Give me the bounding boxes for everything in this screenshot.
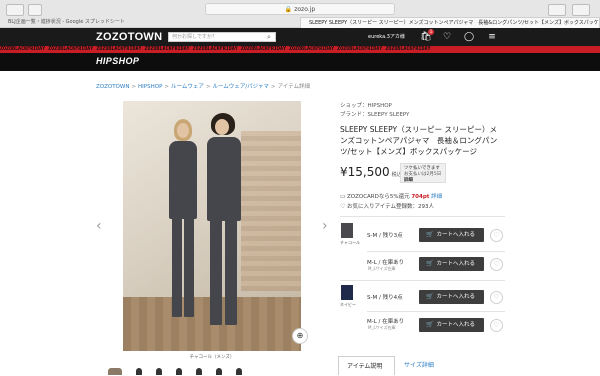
add-to-cart-button[interactable]: 🛒 カートへ入れる xyxy=(419,228,484,242)
card-icon: ▭ xyxy=(340,193,346,200)
prev-image-arrow-icon[interactable]: ‹ xyxy=(96,218,102,234)
thumbnail-strip xyxy=(108,368,308,375)
site-header: ZOZOTOWN 何かお探しですか？ ⌕ eureka.3アカ様 🛍 1 ♡ ◯ … xyxy=(0,28,600,46)
favorites-count: お気に入りアイテム登録数：293人 xyxy=(347,204,434,210)
cart-badge: 1 xyxy=(428,29,434,35)
breadcrumb-hipshop[interactable]: HIPSHOP xyxy=(138,84,162,90)
sku-size: S-M / 残り3点 xyxy=(367,233,403,239)
heart-icon: ♡ xyxy=(493,231,500,239)
tab-size-detail[interactable]: サイズ詳細 xyxy=(396,356,442,375)
lock-icon: 🔒 xyxy=(284,6,293,13)
promo-banner[interactable]: ZOZOBLACKFRIDAY ZOZOBLACKFRIDAY ZOZOBLAC… xyxy=(0,46,600,53)
points-prefix: ZOZOCARDなら5%還元 xyxy=(347,194,410,200)
pay-later-box[interactable]: ツケ払いできます お支払いは2月5日 詳細 xyxy=(400,163,446,183)
add-to-cart-button[interactable]: 🛒 カートへ入れる xyxy=(419,318,484,332)
cart-icon: 🛒 xyxy=(426,321,434,328)
tab-item-description[interactable]: アイテム説明 xyxy=(338,356,395,375)
color-swatch-navy[interactable] xyxy=(341,285,353,300)
zoom-icon[interactable]: ⊕ xyxy=(292,328,308,344)
browser-chrome: 🔒 zozo.jp BLJ企画一覧・進捗状況 - Google スプレッドシート… xyxy=(0,0,600,28)
search-placeholder: 何かお探しですか？ xyxy=(172,34,217,40)
menu-icon[interactable]: ≡ xyxy=(486,31,498,43)
shop-header: HIPSHOP xyxy=(0,53,600,71)
next-image-arrow-icon[interactable]: › xyxy=(322,218,328,234)
model-woman xyxy=(169,141,197,219)
shop-line[interactable]: ショップ：HIPSHOP xyxy=(340,101,392,109)
shop-logo[interactable]: HIPSHOP xyxy=(96,56,139,66)
browser-tab-2[interactable]: SLEEPY SLEEPY（スリーピー スリーピー）メンズコットンペアパジャマ … xyxy=(300,17,600,28)
search-input[interactable]: 何かお探しですか？ ⌕ xyxy=(168,32,276,42)
tab-strip: BLJ企画一覧・進捗状況 - Google スプレッドシート SLEEPY SL… xyxy=(0,17,600,28)
pay-later-note: お支払いは2月5日 xyxy=(404,172,442,177)
search-icon[interactable]: ⌕ xyxy=(264,33,274,41)
heart-icon[interactable]: ♡ xyxy=(441,31,453,43)
zozotown-logo[interactable]: ZOZOTOWN xyxy=(96,31,162,43)
heart-outline-icon: ♡ xyxy=(340,203,346,210)
user-name[interactable]: eureka.3アカ様 xyxy=(368,33,405,40)
back-button[interactable] xyxy=(28,4,42,16)
thumbnail[interactable] xyxy=(108,368,122,375)
image-caption: チャコール（メンズ） xyxy=(189,355,235,360)
breadcrumb-current: アイテム詳細 xyxy=(277,84,310,90)
points-line: ▭ZOZOCARDなら5%還元 704pt 詳細 xyxy=(340,192,442,200)
thumbnail[interactable] xyxy=(196,368,202,375)
breadcrumb: ZOZOTOWN > HIPSHOP > ルームウェア > ルームウェア/パジャマ > アイテム… xyxy=(96,84,310,90)
color-label: ネイビー xyxy=(340,302,356,307)
thumbnail[interactable] xyxy=(136,368,142,375)
cart-icon: 🛒 xyxy=(426,231,434,238)
share-button[interactable] xyxy=(548,4,566,16)
address-text: zozo.jp xyxy=(294,6,316,13)
favorites-line: ♡ お気に入りアイテム登録数：293人 xyxy=(340,202,434,210)
account-icon[interactable]: ◯ xyxy=(463,31,475,43)
favorite-button[interactable]: ♡ xyxy=(490,229,503,242)
thumbnail[interactable] xyxy=(236,368,242,375)
heart-icon: ♡ xyxy=(493,293,500,301)
cart-icon[interactable]: 🛍 1 xyxy=(420,29,434,43)
sku-stock-note: M_Lサイズ在庫 xyxy=(368,325,396,330)
favorite-button[interactable]: ♡ xyxy=(490,319,503,332)
sku-size: M-L / 在庫あり xyxy=(367,260,405,266)
tabs-overview-button[interactable] xyxy=(572,4,590,16)
sku-size: M-L / 在庫あり xyxy=(367,319,405,325)
points-value: 704pt xyxy=(411,194,430,200)
add-to-cart-button[interactable]: 🛒 カートへ入れる xyxy=(419,257,484,271)
heart-icon: ♡ xyxy=(493,260,500,268)
product-image[interactable] xyxy=(123,101,301,351)
thumbnail[interactable] xyxy=(156,368,162,375)
favorite-button[interactable]: ♡ xyxy=(490,258,503,271)
breadcrumb-pajama[interactable]: ルームウェア/パジャマ xyxy=(212,84,268,90)
product-price: ¥15,500 税込 xyxy=(340,165,402,179)
address-bar[interactable]: 🔒 zozo.jp xyxy=(205,3,395,15)
sidebar-toggle-button[interactable] xyxy=(6,4,24,16)
pay-later-detail[interactable]: 詳細 xyxy=(404,178,413,183)
favorite-button[interactable]: ♡ xyxy=(490,291,503,304)
sku-size: S-M / 残り4点 xyxy=(367,295,403,301)
brand-line[interactable]: ブランド：SLEEPY SLEEPY xyxy=(340,110,409,118)
sku-stock-note: M_Lサイズ在庫 xyxy=(368,266,396,271)
color-swatch-charcoal[interactable] xyxy=(341,223,353,238)
breadcrumb-roomwear[interactable]: ルームウェア xyxy=(171,84,204,90)
color-label: チャコール xyxy=(340,240,360,245)
thumbnail[interactable] xyxy=(216,368,222,375)
product-title: SLEEPY SLEEPY（スリーピー スリーピー）メンズコットンペアパジャマ … xyxy=(340,125,498,156)
price-value: ¥15,500 xyxy=(340,165,390,179)
browser-tab-1[interactable]: BLJ企画一覧・進捗状況 - Google スプレッドシート xyxy=(0,17,300,28)
breadcrumb-zozotown[interactable]: ZOZOTOWN xyxy=(96,84,129,90)
heart-icon: ♡ xyxy=(493,321,500,329)
model-man xyxy=(207,137,241,221)
points-detail-link[interactable]: 詳細 xyxy=(431,194,442,200)
thumbnail[interactable] xyxy=(176,368,182,375)
cart-icon: 🛒 xyxy=(426,293,434,300)
cart-icon: 🛒 xyxy=(426,260,434,267)
add-to-cart-button[interactable]: 🛒 カートへ入れる xyxy=(419,290,484,304)
